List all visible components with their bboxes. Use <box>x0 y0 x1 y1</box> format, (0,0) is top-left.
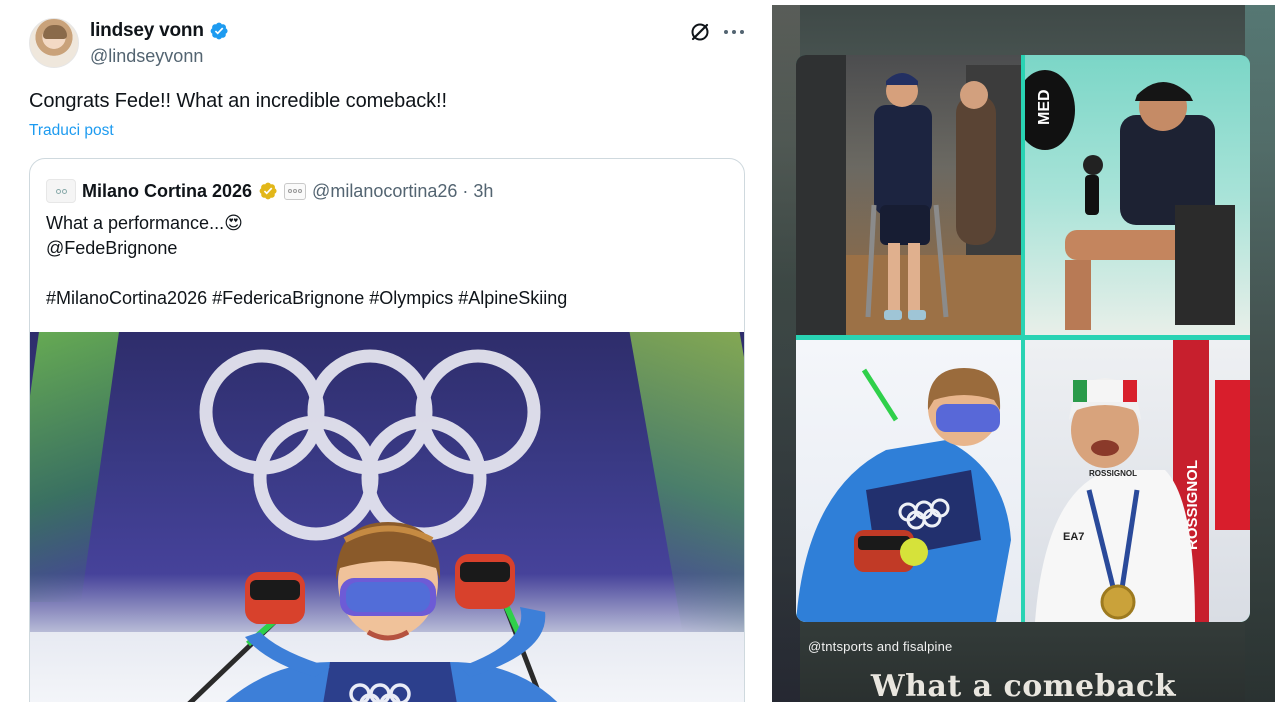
quoted-post[interactable]: Milano Cortina 2026 @milanocortina26 · 3… <box>29 158 745 702</box>
collage-photo-finish <box>796 340 1021 622</box>
affiliation-badge-icon <box>284 182 307 200</box>
story-credit[interactable]: @tntsports and fisalpine <box>808 639 952 654</box>
post-text: Congrats Fede!! What an incredible comeb… <box>29 90 447 112</box>
more-options-icon[interactable] <box>722 20 746 44</box>
photo-collage: MED ROSSIGNOL EA7 ROSSIGNOL <box>796 55 1250 622</box>
gold-verified-badge-icon <box>259 182 277 200</box>
collage-photo-medal: ROSSIGNOL EA7 ROSSIGNOL <box>1025 340 1250 622</box>
quoted-author-name[interactable]: Milano Cortina 2026 <box>82 181 252 202</box>
post-card: lindsey vonn @lindseyvonn Congrats Fede!… <box>0 0 766 702</box>
quoted-post-image[interactable] <box>30 332 744 702</box>
collage-photo-crutches <box>796 55 1021 335</box>
story-headline: What a comeback <box>870 669 1177 702</box>
quoted-avatar[interactable] <box>46 179 76 203</box>
med-sign-text: MED <box>1036 89 1053 125</box>
author-avatar[interactable] <box>29 18 79 68</box>
story-panel: MED ROSSIGNOL EA7 ROSSIGNOL @tntsports a… <box>772 5 1275 702</box>
author-handle[interactable]: @lindseyvonn <box>90 46 203 67</box>
bib-brand-text: ROSSIGNOL <box>1089 469 1137 478</box>
author-name[interactable]: lindsey vonn <box>90 20 204 42</box>
author-name-row: lindsey vonn <box>90 20 229 42</box>
grok-icon[interactable] <box>688 20 712 44</box>
quoted-post-text: What a performance...😍 @FedeBrignone #Mi… <box>46 213 568 308</box>
collage-photo-interview: MED <box>1025 55 1250 335</box>
quoted-handle-time[interactable]: @milanocortina26 · 3h <box>312 181 493 202</box>
jacket-brand-text: EA7 <box>1063 531 1084 543</box>
quoted-post-header: Milano Cortina 2026 @milanocortina26 · 3… <box>46 179 493 203</box>
skier-figure <box>187 522 558 702</box>
translate-post-link[interactable]: Traduci post <box>29 122 114 140</box>
verified-badge-icon <box>210 22 228 40</box>
